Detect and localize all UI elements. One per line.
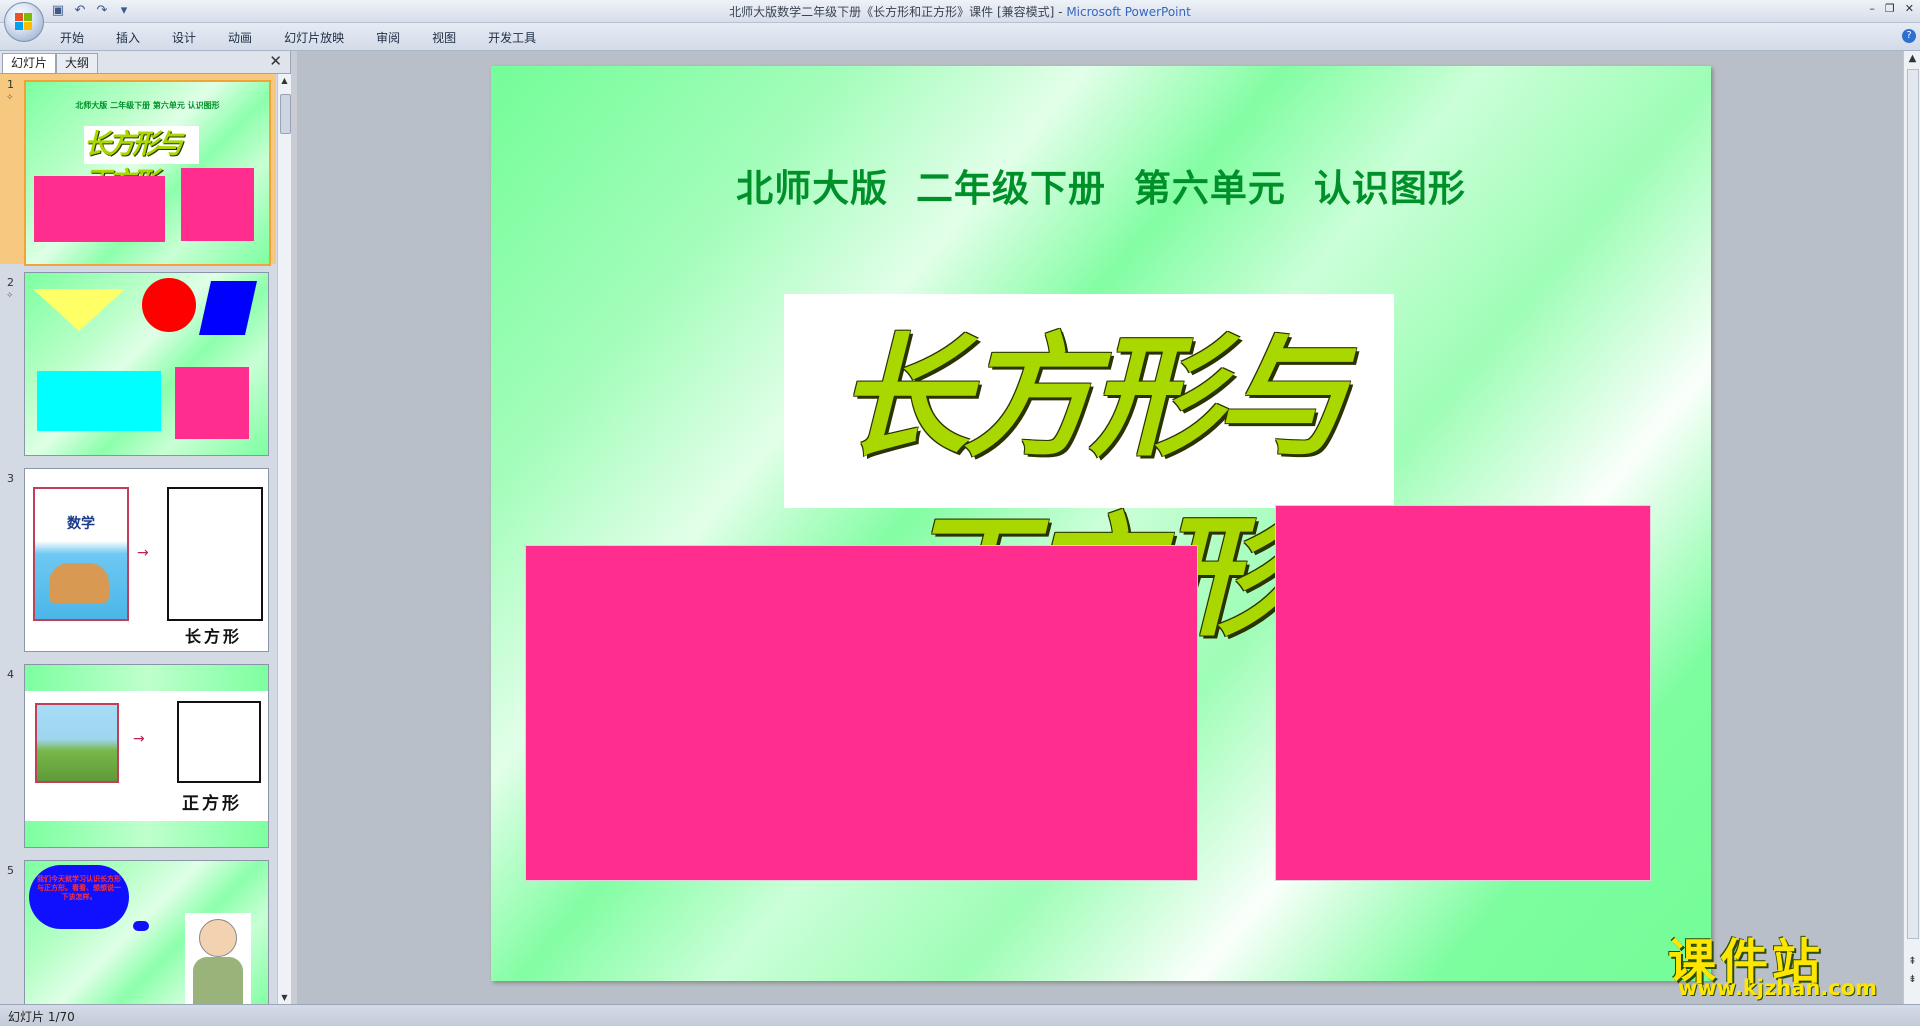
thumb-teacher-illustration — [185, 913, 251, 1004]
slide-canvas[interactable]: 北师大版 二年级下册 第六单元 认识图形 长方形与正方形 — [491, 66, 1711, 981]
thumb-book-cover: 数学 — [33, 487, 129, 621]
window-title: 北师大版数学二年级下册《长方形和正方形》课件 [兼容模式] - Microsof… — [0, 3, 1920, 20]
thumb-parallelogram — [199, 281, 257, 335]
thumb-green-band-bottom — [25, 821, 268, 847]
thumb-pink-rect — [34, 176, 165, 242]
window-controls: – ❐ ✕ — [1869, 2, 1914, 15]
thumb-green-band-top — [25, 665, 268, 691]
tab-review[interactable]: 审阅 — [376, 29, 400, 46]
panel-tabs: 幻灯片 大纲 ✕ — [0, 51, 290, 74]
tab-insert[interactable]: 插入 — [116, 29, 140, 46]
thumb-triangle — [33, 289, 125, 331]
thumb-book-image — [35, 703, 119, 783]
document-title: 北师大版数学二年级下册《长方形和正方形》课件 [兼容模式] - — [729, 5, 1067, 19]
animation-star-icon: ✧ — [6, 291, 14, 301]
watermark-logo: 课件站 www.kjzhan.com — [1668, 922, 1904, 1002]
tab-animation[interactable]: 动画 — [228, 29, 252, 46]
tab-slides[interactable]: 幻灯片 — [2, 53, 57, 73]
close-button[interactable]: ✕ — [1905, 2, 1914, 15]
tab-home[interactable]: 开始 — [60, 29, 84, 46]
thumbnail-preview — [24, 272, 269, 456]
title-bar: ▣ ↶ ↷ ▾ 北师大版数学二年级下册《长方形和正方形》课件 [兼容模式] - … — [0, 0, 1920, 23]
editor-scrollbar[interactable]: ▲ ⇞ ⇟ — [1903, 51, 1920, 1004]
thumbnail-number: 2 — [7, 276, 14, 289]
tab-outline[interactable]: 大纲 — [56, 53, 99, 73]
animation-star-icon: ✧ — [6, 93, 14, 103]
thumbnail-preview: 北师大版 二年级下册 第六单元 认识图形 长方形与正方形 — [24, 80, 271, 266]
slide-counter: 幻灯片 1/70 — [8, 1010, 75, 1024]
tab-slideshow[interactable]: 幻灯片放映 — [284, 29, 344, 46]
arrow-right-icon: → — [133, 731, 145, 747]
ribbon-tabs: 开始 插入 设计 动画 幻灯片放映 审阅 视图 开发工具 — [60, 29, 568, 46]
thumb-shapes — [33, 278, 257, 439]
restore-button[interactable]: ❐ — [1885, 2, 1895, 15]
thumbnail-2[interactable]: 2 ✧ — [0, 272, 276, 462]
thumb-circle — [142, 278, 196, 332]
arrow-right-icon: → — [137, 545, 149, 561]
help-icon[interactable]: ? — [1902, 29, 1916, 43]
thumb-book-title: 数学 — [67, 516, 95, 532]
thumb-subtitle: 北师大版 二年级下册 第六单元 认识图形 — [75, 101, 220, 110]
minimize-button[interactable]: – — [1869, 2, 1875, 15]
thumbnail-number: 4 — [7, 668, 14, 681]
ribbon: 开始 插入 设计 动画 幻灯片放映 审阅 视图 开发工具 ? — [0, 23, 1920, 51]
thumbnail-4[interactable]: 4 → 正方形 — [0, 664, 276, 854]
slides-panel: 幻灯片 大纲 ✕ 1 ✧ 北师大版 二年级下册 第六单元 认识图形 长方形与正方… — [0, 51, 291, 1004]
scroll-thumb[interactable] — [280, 94, 291, 134]
thumb-cloud-text: 我们今天就学习认识长方形与正方形。看看、想想说一下该怎样。 — [37, 875, 121, 901]
thumb-pink-square — [181, 168, 254, 241]
thumb-outline-rect — [167, 487, 263, 621]
office-logo-icon — [15, 13, 33, 31]
thumb-caption: 正方形 — [182, 794, 242, 814]
thumbnail-preview: → 正方形 — [24, 664, 269, 848]
thumbnail-preview: 数学 → 长方形 — [24, 468, 269, 652]
scroll-up-icon[interactable]: ▲ — [1904, 51, 1920, 67]
office-button[interactable] — [4, 2, 44, 42]
tab-developer[interactable]: 开发工具 — [488, 29, 536, 46]
pink-square[interactable] — [1275, 505, 1651, 881]
panel-scrollbar[interactable]: ▲ ▼ — [277, 74, 291, 1004]
next-slide-icon[interactable]: ⇟ — [1904, 972, 1920, 988]
slide-subtitle[interactable]: 北师大版 二年级下册 第六单元 认识图形 — [491, 158, 1711, 212]
status-bar: 幻灯片 1/70 — [0, 1004, 1920, 1026]
wordart-box[interactable]: 长方形与正方形 — [784, 294, 1394, 655]
thumbnail-3[interactable]: 3 数学 → 长方形 — [0, 468, 276, 658]
thumbnail-5[interactable]: 5 我们今天就学习认识长方形与正方形。看看、想想说一下该怎样。 — [0, 860, 276, 1004]
watermark-url: www.kjzhan.com — [1678, 976, 1878, 1000]
thumb-cloud-bubble — [133, 921, 149, 931]
thumb-book-illustration — [49, 563, 109, 603]
thumb-outline-square — [177, 701, 261, 783]
thumbnail-preview: 我们今天就学习认识长方形与正方形。看看、想想说一下该怎样。 — [24, 860, 269, 1004]
thumbnail-list: 1 ✧ 北师大版 二年级下册 第六单元 认识图形 长方形与正方形 2 ✧ — [0, 74, 276, 1004]
thumb-art-box: 长方形与正方形 — [84, 126, 199, 198]
thumb-cyan-rect — [37, 371, 161, 431]
tab-view[interactable]: 视图 — [432, 29, 456, 46]
prev-slide-icon[interactable]: ⇞ — [1904, 954, 1920, 970]
thumbnail-number: 3 — [7, 472, 14, 485]
scroll-down-icon[interactable]: ▼ — [278, 991, 291, 1004]
thumb-caption: 长方形 — [185, 627, 243, 646]
thumbnail-number: 1 — [7, 78, 14, 91]
thumb-cloud: 我们今天就学习认识长方形与正方形。看看、想想说一下该怎样。 — [29, 865, 129, 929]
thumb-pink-square — [175, 367, 249, 439]
thumbnail-number: 5 — [7, 864, 14, 877]
pink-rectangle[interactable] — [525, 545, 1198, 881]
thumbnail-1[interactable]: 1 ✧ 北师大版 二年级下册 第六单元 认识图形 长方形与正方形 — [0, 74, 276, 266]
app-name: Microsoft PowerPoint — [1066, 5, 1191, 19]
close-icon[interactable]: ✕ — [269, 52, 282, 70]
scroll-track[interactable] — [1907, 69, 1919, 939]
tab-design[interactable]: 设计 — [172, 29, 196, 46]
scroll-up-icon[interactable]: ▲ — [278, 74, 291, 87]
